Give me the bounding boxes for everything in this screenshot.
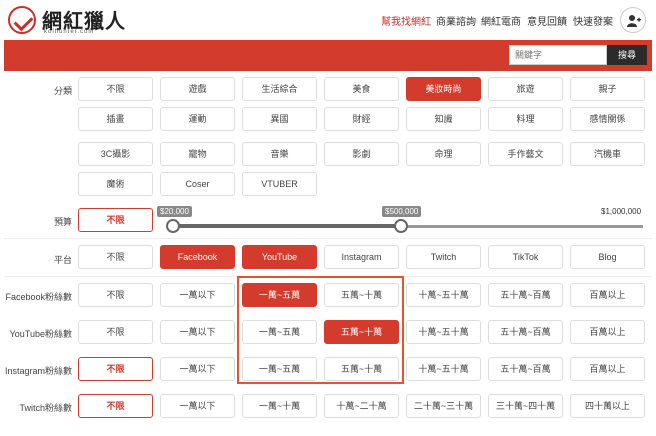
search-input[interactable] [509, 45, 607, 65]
category-option[interactable]: Coser [160, 172, 235, 196]
category-option[interactable]: 遊戲 [160, 77, 235, 101]
follower-option[interactable]: 一萬以下 [160, 394, 235, 418]
follower-option[interactable]: 百萬以上 [570, 357, 645, 381]
platform-option[interactable]: TikTok [488, 245, 563, 269]
budget-slider-range [173, 224, 401, 228]
logo-mark-icon [8, 6, 36, 34]
follower-option[interactable]: 一萬以下 [160, 357, 235, 381]
follower-option[interactable]: 十萬~五十萬 [406, 283, 481, 307]
nav-feedback[interactable]: 意見回饋 [527, 13, 567, 28]
follower-option[interactable]: 五十萬~百萬 [488, 320, 563, 344]
add-user-button[interactable] [620, 7, 646, 33]
followers-row-label: Twitch粉絲數 [19, 403, 72, 413]
category-option[interactable]: 魔術 [78, 172, 153, 196]
follower-option[interactable]: 一萬~十萬 [242, 394, 317, 418]
follower-option[interactable]: 四十萬以上 [570, 394, 645, 418]
platform-option[interactable]: Instagram [324, 245, 399, 269]
site-logo[interactable]: 網紅獵人 kolhunter.com [8, 5, 128, 37]
budget-max-label: $500,000 [382, 206, 422, 217]
followers-row-label: YouTube粉絲數 [9, 329, 72, 339]
follower-option[interactable]: 百萬以上 [570, 283, 645, 307]
follower-option[interactable]: 五十萬~百萬 [488, 283, 563, 307]
category-option[interactable]: 影劇 [324, 142, 399, 166]
category-option[interactable]: 3C攝影 [78, 142, 153, 166]
budget-end-label: $1,000,000 [601, 207, 642, 216]
search-button[interactable]: 搜尋 [607, 45, 647, 65]
platform-option[interactable]: 不限 [78, 245, 153, 269]
section-divider [4, 238, 652, 239]
platform-label: 平台 [53, 255, 72, 265]
category-option[interactable]: 旅遊 [488, 77, 563, 101]
budget-label: 預算 [53, 217, 72, 227]
platform-option[interactable]: YouTube [242, 245, 317, 269]
followers-row-label: Instagram粉絲數 [4, 366, 72, 376]
nav-find-influencer[interactable]: 幫我找網紅 [381, 13, 431, 28]
follower-option[interactable]: 一萬以下 [160, 320, 235, 344]
highlight-box [237, 276, 404, 384]
follower-option[interactable]: 百萬以上 [570, 320, 645, 344]
category-option[interactable]: 料理 [488, 107, 563, 131]
platform-option[interactable]: Blog [570, 245, 645, 269]
category-option[interactable]: 運動 [160, 107, 235, 131]
category-option[interactable]: 寵物 [160, 142, 235, 166]
follower-option[interactable]: 不限 [78, 320, 153, 344]
follower-option[interactable]: 二十萬~三十萬 [406, 394, 481, 418]
followers-row-label: Facebook粉絲數 [5, 292, 72, 302]
add-user-icon [627, 15, 641, 27]
follower-option[interactable]: 一萬以下 [160, 283, 235, 307]
category-option[interactable]: 知識 [406, 107, 481, 131]
category-option[interactable]: 汽機車 [570, 142, 645, 166]
nav-influencer-ecommerce[interactable]: 網紅電商 [481, 13, 521, 28]
nav-business-consult[interactable]: 商業諮詢 [436, 13, 476, 28]
platform-option[interactable]: Facebook [160, 245, 235, 269]
follower-option[interactable]: 十萬~五十萬 [406, 320, 481, 344]
follower-option[interactable]: 不限 [78, 283, 153, 307]
budget-min-label: $20,000 [157, 206, 192, 217]
category-option[interactable]: 生活綜合 [242, 77, 317, 101]
category-label: 分類 [53, 86, 72, 96]
budget-unlimited-option[interactable]: 不限 [78, 208, 153, 232]
budget-max-handle[interactable] [393, 219, 408, 233]
follower-option[interactable]: 不限 [78, 394, 153, 418]
category-option[interactable]: 美食 [324, 77, 399, 101]
category-option[interactable]: 音樂 [242, 142, 317, 166]
follower-option[interactable]: 不限 [78, 357, 153, 381]
category-option[interactable]: 不限 [78, 77, 153, 101]
category-option[interactable]: 插畫 [78, 107, 153, 131]
nav-quick-post[interactable]: 快速發案 [573, 13, 613, 28]
budget-min-handle[interactable] [166, 219, 180, 233]
category-option[interactable]: 手作藝文 [488, 142, 563, 166]
category-option[interactable]: 異國 [242, 107, 317, 131]
category-option[interactable]: VTUBER [242, 172, 317, 196]
follower-option[interactable]: 十萬~二十萬 [324, 394, 399, 418]
platform-option[interactable]: Twitch [406, 245, 481, 269]
category-option[interactable]: 美妝時尚 [406, 77, 481, 101]
category-option[interactable]: 感情關係 [570, 107, 645, 131]
follower-option[interactable]: 三十萬~四十萬 [488, 394, 563, 418]
category-option[interactable]: 親子 [570, 77, 645, 101]
logo-subtext: kolhunter.com [44, 29, 95, 35]
follower-option[interactable]: 十萬~五十萬 [406, 357, 481, 381]
category-option[interactable]: 命理 [406, 142, 481, 166]
site-header: 網紅獵人 kolhunter.com 幫我找網紅 商業諮詢 網紅電商 意見回饋 … [0, 0, 656, 40]
category-option[interactable]: 財經 [324, 107, 399, 131]
follower-option[interactable]: 五十萬~百萬 [488, 357, 563, 381]
